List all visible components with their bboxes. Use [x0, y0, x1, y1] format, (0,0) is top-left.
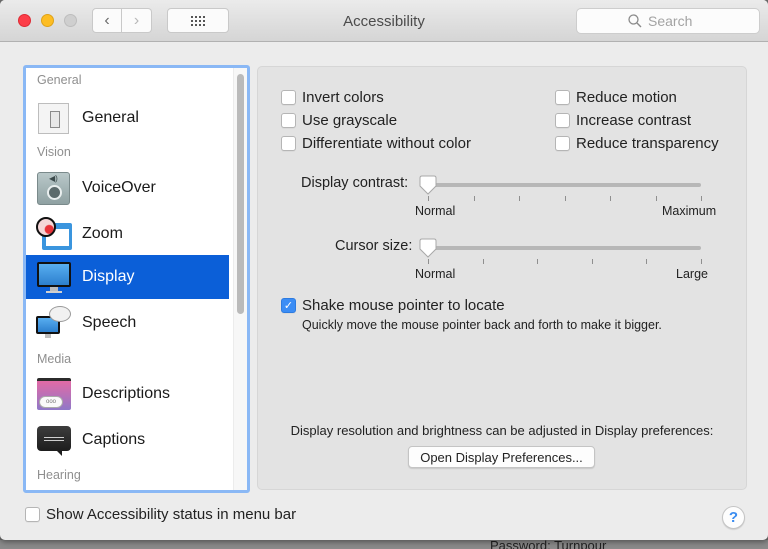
sidebar-item-label: Descriptions: [82, 385, 171, 402]
slider-tick: [591, 259, 593, 264]
slider-tick: [519, 196, 520, 201]
checkbox-box[interactable]: [555, 136, 570, 151]
slider-tick: [428, 259, 429, 264]
invert-colors-checkbox[interactable]: Invert colors: [281, 89, 384, 106]
cursor-min-label: Normal: [415, 267, 456, 281]
slider-tick: [482, 259, 484, 264]
slider-tick: [473, 196, 475, 201]
slider-tick: [701, 196, 702, 201]
checkbox-label: Differentiate without color: [302, 135, 471, 152]
display-monitor-icon: [36, 260, 72, 294]
slider-thumb[interactable]: [419, 175, 437, 195]
desktop-background: [0, 540, 768, 549]
checkbox-box[interactable]: [281, 113, 296, 128]
contrast-min-label: Normal: [415, 204, 456, 218]
sidebar-item-zoom[interactable]: Zoom: [26, 212, 229, 256]
use-grayscale-checkbox[interactable]: Use grayscale: [281, 112, 397, 129]
cursor-max-label: Large: [676, 267, 708, 281]
sidebar-item-label: Speech: [82, 314, 137, 331]
section-header-general: General: [37, 73, 82, 87]
checkbox-box[interactable]: [281, 90, 296, 105]
section-header-hearing: Hearing: [37, 468, 81, 482]
section-header-vision: Vision: [37, 145, 71, 159]
sidebar-item-label: General: [82, 109, 139, 126]
slider-tick: [610, 196, 611, 201]
search-icon: [628, 14, 642, 28]
search-field[interactable]: [576, 8, 760, 34]
voiceover-icon: ◀): [37, 172, 70, 205]
reduce-transparency-checkbox[interactable]: Reduce transparency: [555, 135, 719, 152]
help-button[interactable]: ?: [722, 506, 745, 529]
slider-track[interactable]: [428, 183, 701, 187]
slider-tick: [655, 196, 657, 201]
slider-tick: [428, 196, 429, 201]
sidebar-scrollbar[interactable]: [233, 68, 247, 490]
shake-to-locate-checkbox[interactable]: ✓ Shake mouse pointer to locate: [281, 297, 505, 314]
search-input[interactable]: [648, 13, 708, 29]
differentiate-without-color-checkbox[interactable]: Differentiate without color: [281, 135, 471, 152]
show-status-in-menu-bar-checkbox[interactable]: Show Accessibility status in menu bar: [25, 506, 296, 523]
slider-thumb[interactable]: [419, 238, 437, 258]
reduce-motion-checkbox[interactable]: Reduce motion: [555, 89, 677, 106]
slider-tick: [564, 196, 566, 201]
accessibility-window: ‹ › Accessibility General: [0, 0, 768, 540]
checkbox-box[interactable]: [281, 136, 296, 151]
sidebar-item-general[interactable]: General: [26, 96, 229, 140]
checkbox-box[interactable]: [25, 507, 40, 522]
sidebar-item-speech[interactable]: Speech: [26, 301, 229, 345]
sidebar-item-label: Zoom: [82, 225, 123, 242]
slider-tick: [646, 259, 648, 264]
checkbox-label: Reduce motion: [576, 89, 677, 106]
checkbox-label: Increase contrast: [576, 112, 692, 129]
contrast-max-label: Maximum: [662, 204, 717, 218]
sidebar-item-display[interactable]: Display: [26, 255, 229, 299]
checkbox-label: Shake mouse pointer to locate: [302, 297, 505, 314]
sidebar-item-label: Captions: [82, 431, 146, 448]
increase-contrast-checkbox[interactable]: Increase contrast: [555, 112, 691, 129]
general-switch-icon: [38, 103, 69, 134]
checkbox-box[interactable]: [555, 90, 570, 105]
checkbox-label: Invert colors: [302, 89, 384, 106]
sidebar-item-label: VoiceOver: [82, 179, 156, 196]
slider-track[interactable]: [428, 246, 701, 250]
sidebar-scroll-thumb[interactable]: [237, 74, 244, 314]
display-prefs-info: Display resolution and brightness can be…: [290, 423, 714, 438]
slider-tick: [701, 259, 702, 264]
checkmark-icon[interactable]: ✓: [281, 298, 296, 313]
cursor-size-label: Cursor size:: [335, 238, 413, 254]
open-display-preferences-button[interactable]: Open Display Preferences...: [408, 446, 595, 468]
sidebar-item-captions[interactable]: Captions: [26, 418, 229, 462]
display-contrast-label: Display contrast:: [301, 175, 409, 191]
question-mark-icon: ?: [728, 509, 739, 526]
sidebar-item-descriptions[interactable]: ooo Descriptions: [26, 372, 229, 416]
display-settings-panel: Invert colors Use grayscale Differentiat…: [257, 66, 747, 490]
speech-bubble-icon: [36, 306, 72, 340]
category-list[interactable]: General General Vision ◀) VoiceOver Zoom…: [23, 65, 250, 493]
slider-tick: [537, 259, 539, 264]
title-bar: ‹ › Accessibility: [0, 0, 768, 42]
category-list-content: General General Vision ◀) VoiceOver Zoom…: [26, 68, 233, 490]
shake-description: Quickly move the mouse pointer back and …: [302, 318, 662, 332]
section-header-media: Media: [37, 352, 72, 366]
zoom-magnifier-icon: [36, 217, 72, 251]
sidebar-item-label: Display: [82, 268, 135, 285]
captions-icon: [37, 426, 71, 456]
sidebar-item-voiceover[interactable]: ◀) VoiceOver: [26, 166, 229, 210]
checkbox-box[interactable]: [555, 113, 570, 128]
checkbox-label: Show Accessibility status in menu bar: [46, 506, 297, 523]
checkbox-label: Use grayscale: [302, 112, 398, 129]
descriptions-icon: ooo: [36, 377, 72, 411]
checkbox-label: Reduce transparency: [576, 135, 719, 152]
